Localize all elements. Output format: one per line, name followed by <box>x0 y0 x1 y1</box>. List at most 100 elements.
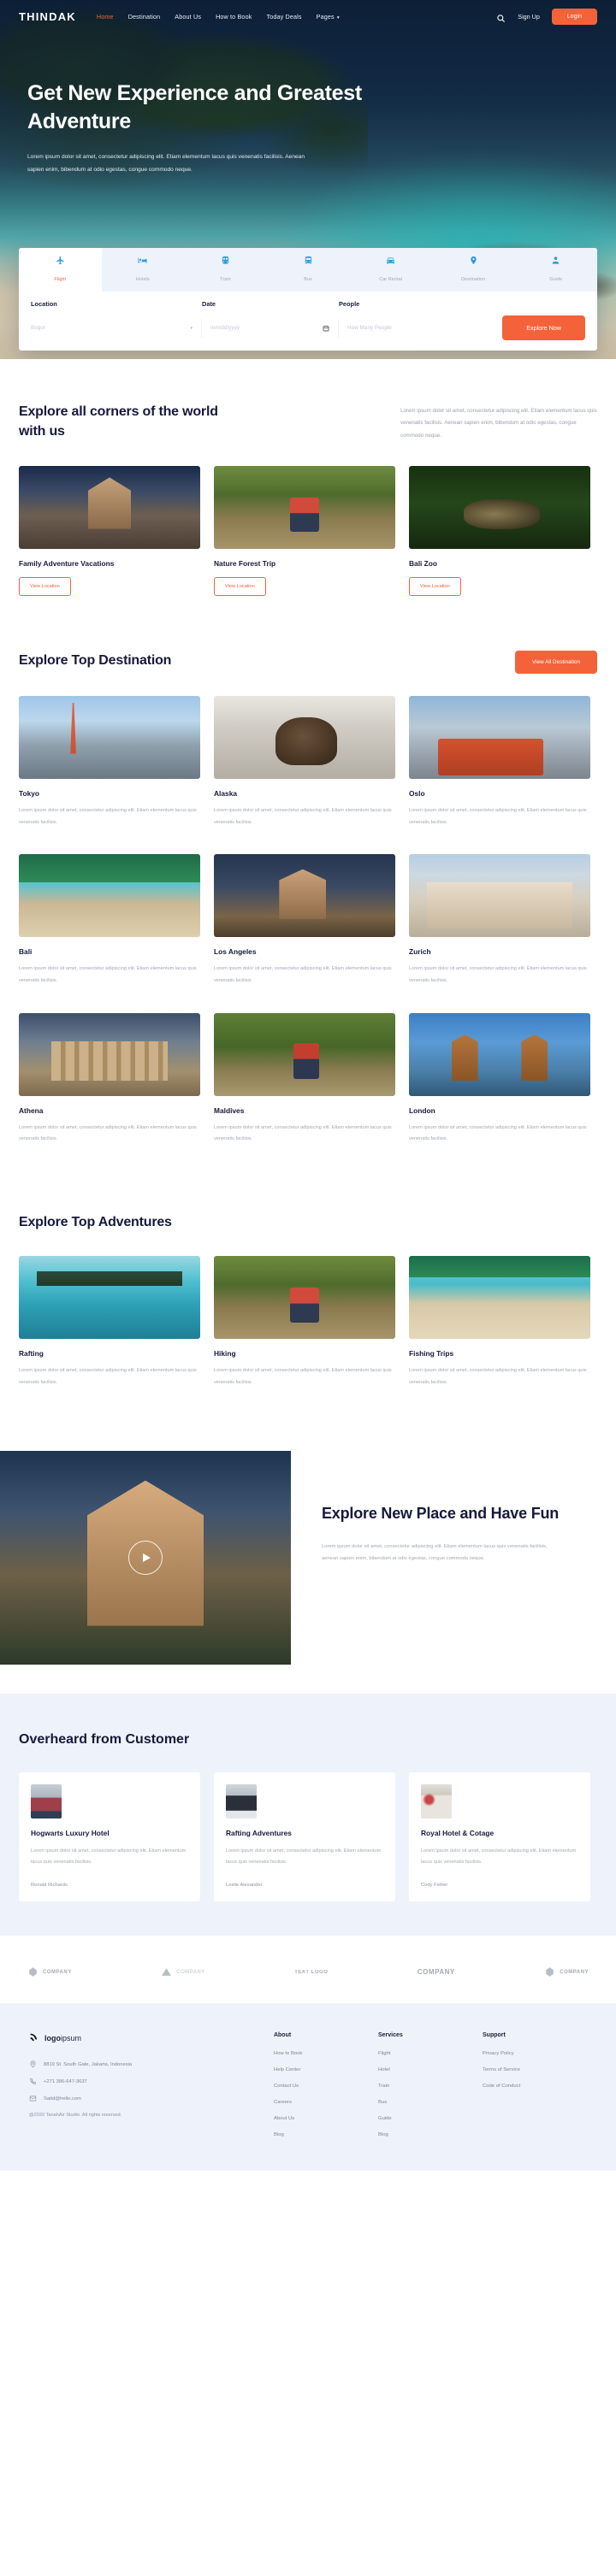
explore-now-button[interactable]: Explore Now <box>502 315 585 340</box>
nav-item-home[interactable]: Home <box>97 13 114 21</box>
footer-link-train[interactable]: Train <box>378 2084 483 2089</box>
testimonial-title: Hogwarts Luxury Hotel <box>31 1828 110 1837</box>
booking-tab-hotels-label: Hotels <box>135 277 150 282</box>
booking-tab-bus[interactable]: Bus <box>266 248 350 292</box>
diamond-logo-icon <box>546 1967 554 1977</box>
people-field[interactable] <box>339 319 484 338</box>
booking-tab-bus-label: Bus <box>304 277 312 282</box>
chevron-down-icon[interactable]: ▾ <box>187 326 192 331</box>
sign-up-link[interactable]: Sign Up <box>518 13 540 21</box>
people-input[interactable] <box>347 325 476 331</box>
date-input[interactable] <box>210 325 323 331</box>
destination-card[interactable]: Zurich Lorem ipsum dolor sit amet, conse… <box>409 854 590 987</box>
testimonial-card[interactable]: Hogwarts Luxury Hotel Lorem ipsum dolor … <box>19 1771 200 1902</box>
footer-heading-about: About <box>273 2032 292 2039</box>
calendar-icon[interactable] <box>323 325 329 332</box>
booking-widget: Flight Hotels Train Bus Car Rental Desti… <box>19 248 597 351</box>
booking-tab-hotels[interactable]: Hotels <box>101 248 185 292</box>
search-icon[interactable] <box>496 12 506 22</box>
card-text: Lorem ipsum dolor sit amet, consectetur … <box>409 1368 587 1385</box>
corner-card[interactable]: Nature Forest Trip View Location <box>214 465 395 596</box>
new-place-text: Explore New Place and Have Fun Lorem ips… <box>291 1451 616 1665</box>
footer-link-services-blog[interactable]: Blog <box>378 2132 483 2137</box>
footer-link-flight[interactable]: Flight <box>378 2051 483 2056</box>
nav-item-pages[interactable]: Pages ▾ <box>317 13 340 21</box>
plane-icon <box>19 256 102 266</box>
corner-card[interactable]: Family Adventure Vacations View Location <box>19 465 200 596</box>
footer-link-about-us[interactable]: About Us <box>274 2116 378 2121</box>
avatar <box>226 1783 257 1819</box>
destination-card[interactable]: Athena Lorem ipsum dolor sit amet, conse… <box>19 1012 200 1146</box>
partner-logo: COMPANY <box>161 1966 204 1978</box>
nav-item-destination[interactable]: Destination <box>128 13 161 21</box>
car-icon <box>349 256 432 266</box>
card-title: Bali Zoo <box>409 558 438 568</box>
footer-link-code-of-conduct[interactable]: Code of Conduct <box>483 2084 587 2089</box>
card-image <box>214 1256 395 1340</box>
destination-card[interactable]: Maldives Lorem ipsum dolor sit amet, con… <box>214 1012 395 1146</box>
destination-card[interactable]: Tokyo Lorem ipsum dolor sit amet, consec… <box>19 695 200 828</box>
triangle-logo-icon <box>162 1968 172 1976</box>
nav-links: Home Destination About Us How to Book To… <box>97 13 340 21</box>
view-all-destination-button[interactable]: View All Destination <box>514 650 597 674</box>
destination-card[interactable]: London Lorem ipsum dolor sit amet, conse… <box>409 1012 590 1146</box>
site-footer: logoipsum 8819 St. South Gate, Jakarta, … <box>0 2003 616 2172</box>
booking-tab-car-rental[interactable]: Car Rental <box>349 248 432 292</box>
partner-logo: COMPANY <box>27 1966 72 1978</box>
nav-item-how-to-book[interactable]: How to Book <box>216 13 252 21</box>
destination-card[interactable]: Oslo Lorem ipsum dolor sit amet, consect… <box>409 695 590 828</box>
booking-tab-flight[interactable]: Flight <box>19 248 102 292</box>
card-image <box>19 1012 200 1096</box>
mail-icon <box>29 2095 37 2102</box>
card-title: Fishing Trips <box>409 1349 454 1359</box>
booking-tab-guide[interactable]: Guide <box>514 248 597 292</box>
testimonial-card[interactable]: Royal Hotel & Cotage Lorem ipsum dolor s… <box>409 1771 590 1902</box>
view-location-button[interactable]: View Location <box>214 576 266 596</box>
footer-logo-text: logoipsum <box>44 2034 81 2043</box>
footer-logo[interactable]: logoipsum <box>29 2032 274 2043</box>
card-image <box>19 854 200 938</box>
nav-actions: Sign Up Login <box>496 8 597 25</box>
footer-link-guide[interactable]: Guide <box>378 2116 483 2121</box>
train-icon <box>184 256 267 266</box>
nav-item-about-us[interactable]: About Us <box>175 13 201 21</box>
testimonial-card[interactable]: Rafting Adventures Lorem ipsum dolor sit… <box>214 1771 395 1902</box>
card-image <box>214 1012 395 1096</box>
play-icon[interactable] <box>128 1540 163 1575</box>
booking-tabs: Flight Hotels Train Bus Car Rental Desti… <box>19 248 597 292</box>
footer-link-terms-of-service[interactable]: Terms of Service <box>483 2067 587 2072</box>
footer-link-how-to-book[interactable]: How to Book <box>274 2051 378 2056</box>
brand-logo[interactable]: THINDAK <box>19 10 76 23</box>
footer-link-help-center[interactable]: Help Center <box>274 2067 378 2072</box>
chevron-down-icon: ▾ <box>336 15 340 21</box>
footer-link-bus[interactable]: Bus <box>378 2100 483 2105</box>
date-field[interactable] <box>202 318 339 338</box>
pin-icon <box>432 256 515 266</box>
footer-link-careers[interactable]: Careers <box>274 2100 378 2105</box>
booking-tab-train[interactable]: Train <box>184 248 267 292</box>
nav-item-today-deals[interactable]: Today Deals <box>266 13 301 21</box>
footer-link-blog[interactable]: Blog <box>274 2132 378 2137</box>
card-title: Zurich <box>409 947 431 957</box>
footer-phone-row: +271 386-647-3637 <box>29 2078 274 2085</box>
location-field[interactable]: ▾ <box>31 318 202 338</box>
card-title: Hiking <box>214 1349 236 1359</box>
footer-link-privacy-policy[interactable]: Privacy Policy <box>483 2051 587 2056</box>
adventure-card[interactable]: Rafting Lorem ipsum dolor sit amet, cons… <box>19 1256 200 1388</box>
destination-card[interactable]: Bali Lorem ipsum dolor sit amet, consect… <box>19 854 200 987</box>
login-button[interactable]: Login <box>551 8 597 25</box>
view-location-button[interactable]: View Location <box>19 576 71 596</box>
booking-tab-destination[interactable]: Destination <box>431 248 515 292</box>
partner-logo: TEXT LOGO <box>294 1970 328 1975</box>
footer-link-contact-us[interactable]: Contact Us <box>274 2084 378 2089</box>
card-text: Lorem ipsum dolor sit amet, consectetur … <box>19 966 197 983</box>
destination-card[interactable]: Los Angeles Lorem ipsum dolor sit amet, … <box>214 854 395 987</box>
view-location-button[interactable]: View Location <box>409 576 461 596</box>
destination-title: Explore Top Destination <box>19 652 172 668</box>
adventure-card[interactable]: Fishing Trips Lorem ipsum dolor sit amet… <box>409 1256 590 1388</box>
corner-card[interactable]: Bali Zoo View Location <box>409 465 590 596</box>
footer-link-hotel[interactable]: Hotel <box>378 2067 483 2072</box>
location-input[interactable] <box>31 325 187 331</box>
adventure-card[interactable]: Hiking Lorem ipsum dolor sit amet, conse… <box>214 1256 395 1388</box>
destination-card[interactable]: Alaska Lorem ipsum dolor sit amet, conse… <box>214 695 395 828</box>
